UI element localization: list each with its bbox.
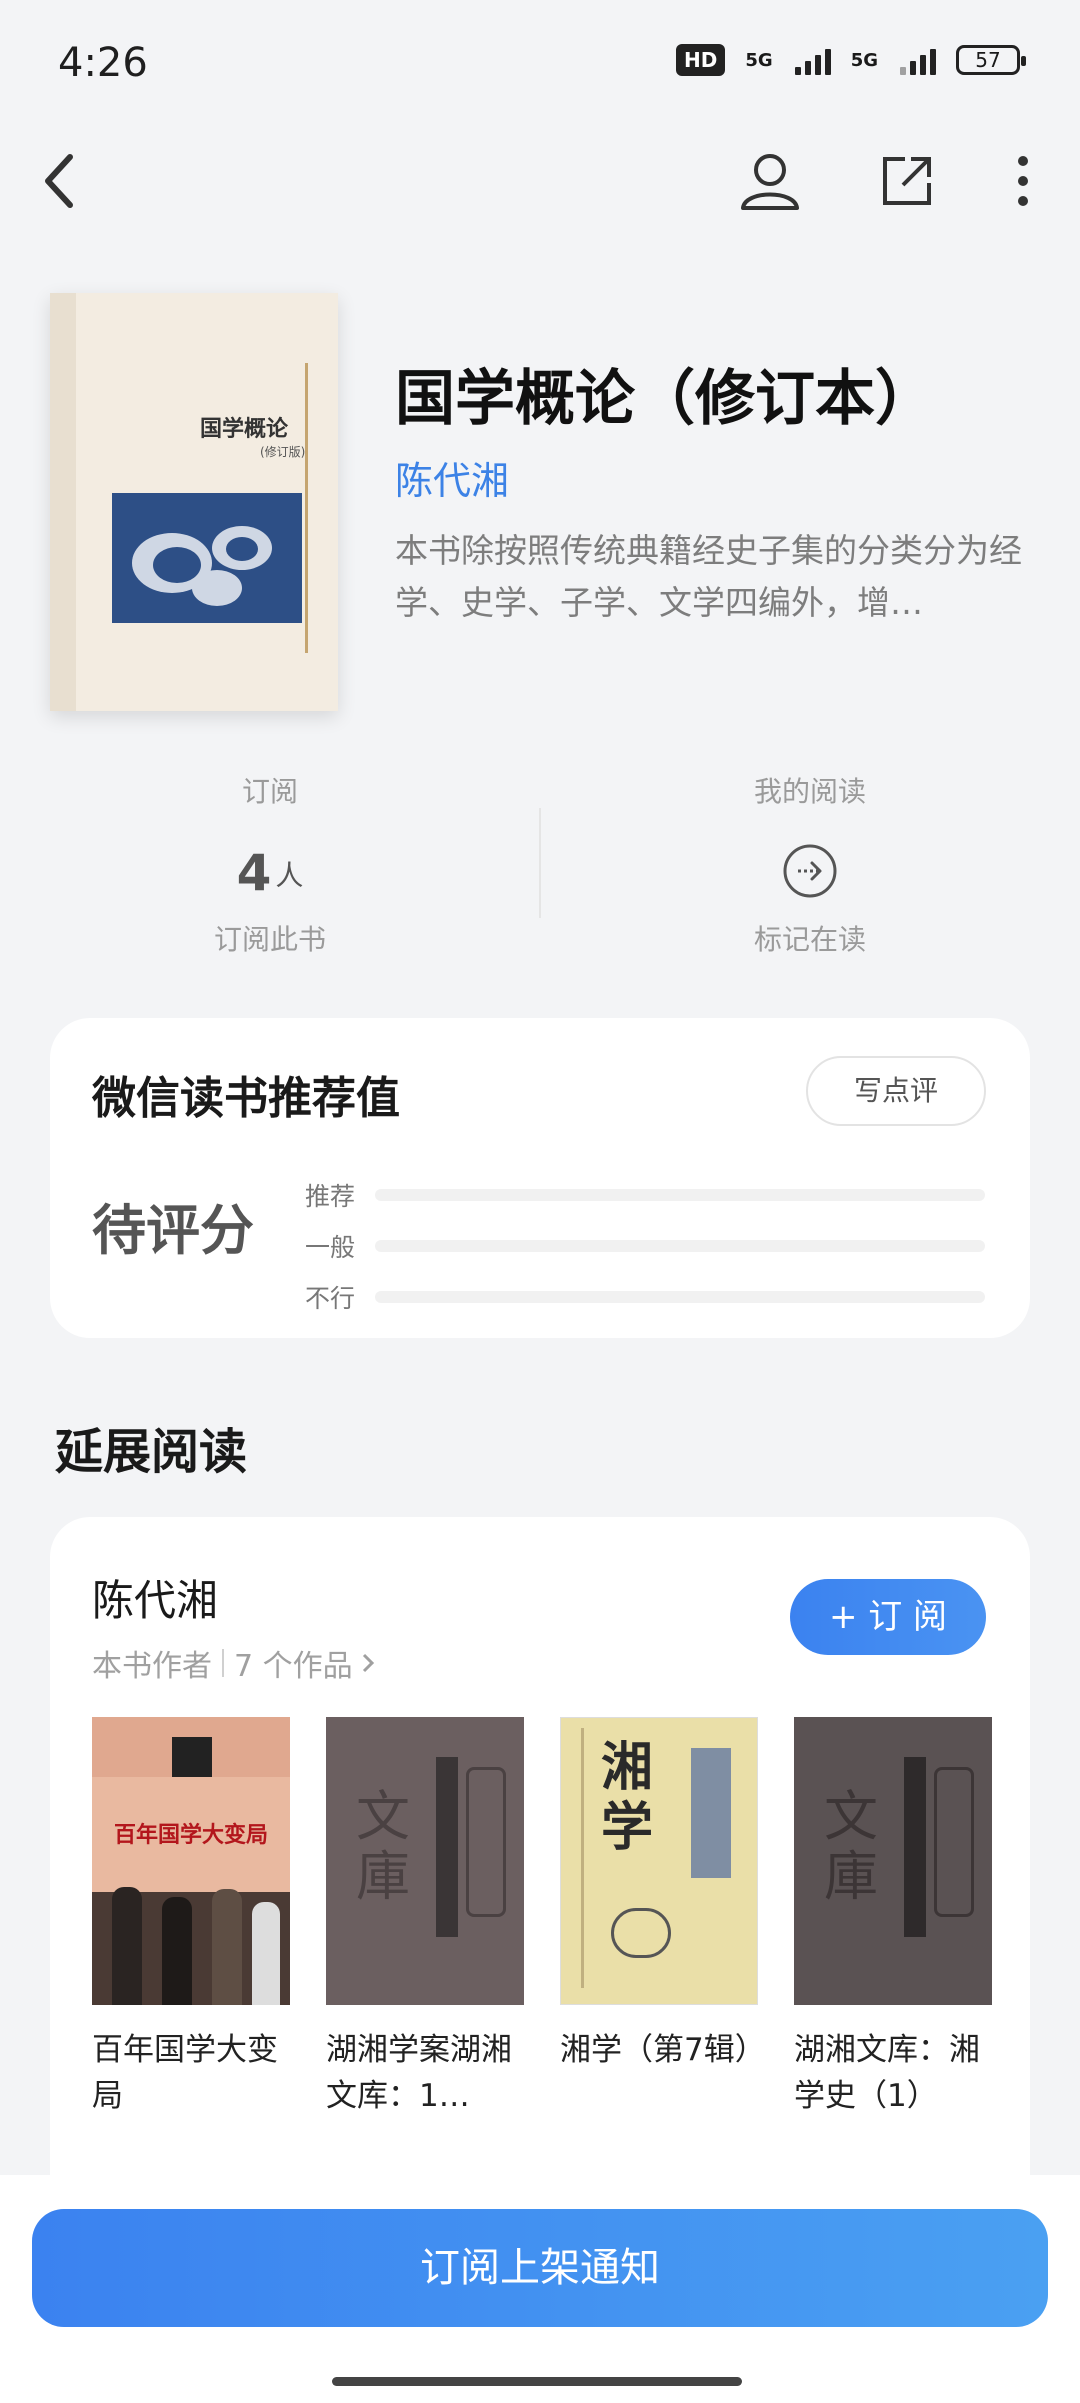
rating-row-label: 推荐	[305, 1182, 356, 1211]
work-title: 湖湘文库：湘学史（1）	[794, 2032, 980, 2114]
book-description[interactable]: 本书除按照传统典籍经史子集的分类分为经学、史学、子学、文学四编外，增…	[395, 525, 1035, 629]
author-role: 本书作者	[92, 1649, 212, 1684]
chevron-right-icon	[362, 1653, 374, 1673]
hd-badge: HD	[676, 44, 726, 76]
cover-subtitle: (修订版)	[260, 445, 306, 459]
reading-stat[interactable]: 我的阅读 标记在读	[620, 770, 1000, 958]
rating-title: 微信读书推荐值	[92, 1073, 400, 1124]
author-works-list: 百年国学大变局 百年国学大变局 文庫 湖湘学案湖湘文库：1… 湘学 湘学（第7辑…	[92, 1717, 992, 2119]
bottom-action-bar: 订阅上架通知	[0, 2175, 1080, 2403]
work-item[interactable]: 文庫 湖湘学案湖湘文库：1…	[326, 1717, 524, 2119]
rating-bar	[375, 1240, 985, 1252]
subscribe-stat-sub: 订阅此书	[213, 923, 326, 956]
subscribe-count-number: 4	[236, 844, 272, 902]
back-arrow-icon[interactable]	[25, 146, 95, 216]
rating-row-label: 一般	[305, 1233, 356, 1262]
cover-title: 国学概论	[200, 416, 289, 442]
rating-row-poor: 不行	[305, 1277, 985, 1317]
subscribe-notify-button[interactable]: 订阅上架通知	[32, 2209, 1048, 2327]
subscribe-count: 4 人	[80, 840, 460, 900]
author-works-count: 7 个作品	[234, 1649, 353, 1684]
book-author-link[interactable]: 陈代湘	[395, 450, 509, 505]
status-bar: 4:26 HD 5G 5G 57	[0, 0, 1080, 130]
work-cover-title: 文庫	[356, 1785, 410, 1908]
arrow-circle-icon	[620, 840, 1000, 900]
work-item[interactable]: 湘学 湘学（第7辑）	[560, 1717, 758, 2119]
subscribe-author-button[interactable]: + 订 阅	[790, 1579, 986, 1655]
work-cover: 文庫	[326, 1717, 524, 2005]
status-indicators: HD 5G 5G 57	[676, 44, 1026, 76]
cover-spine	[50, 293, 76, 711]
subscribe-stat[interactable]: 订阅 4 人 订阅此书	[80, 770, 460, 958]
stats-divider	[539, 808, 541, 918]
work-cover: 百年国学大变局	[92, 1717, 290, 2005]
rating-card: 微信读书推荐值 写点评 待评分 推荐 一般 不行	[50, 1018, 1030, 1338]
network-label-2: 5G	[850, 49, 878, 71]
book-cover[interactable]: 国学概论 (修订版)	[50, 293, 338, 711]
cover-illustration	[112, 493, 302, 623]
top-nav	[0, 130, 1080, 230]
home-indicator[interactable]	[332, 2377, 742, 2386]
work-cover-title: 文庫	[824, 1785, 878, 1908]
author-name[interactable]: 陈代湘	[92, 1567, 218, 1628]
book-title: 国学概论（修订本）	[395, 364, 935, 434]
work-cover-title: 湘学	[601, 1737, 654, 1858]
battery-icon: 57	[956, 45, 1026, 75]
subscribe-count-unit: 人	[275, 859, 304, 892]
rating-row-label: 不行	[305, 1284, 356, 1313]
signal-icon	[794, 45, 831, 75]
reading-stat-label: 我的阅读	[753, 775, 866, 808]
rating-score: 待评分	[92, 1199, 254, 1262]
author-meta[interactable]: 本书作者 7 个作品	[92, 1641, 375, 1685]
signal-icon-2	[900, 45, 936, 75]
subscribe-stat-label: 订阅	[241, 775, 298, 808]
cover-rule	[305, 363, 308, 653]
author-card: 陈代湘 本书作者 7 个作品 + 订 阅 百年国学大变局 百年国学大变局 文庫	[50, 1517, 1030, 2217]
status-time: 4:26	[58, 40, 148, 86]
work-title: 湘学（第7辑）	[560, 2032, 758, 2068]
work-cover-title: 百年国学大变局	[113, 1823, 268, 1848]
meta-divider	[222, 1649, 224, 1677]
rating-bar	[375, 1189, 985, 1201]
write-review-button[interactable]: 写点评	[806, 1056, 986, 1126]
person-icon[interactable]	[735, 146, 805, 216]
work-item[interactable]: 文庫 湖湘文库：湘学史（1）	[794, 1717, 992, 2119]
network-label-1: 5G	[745, 49, 773, 71]
rating-row-average: 一般	[305, 1226, 985, 1266]
work-title: 湖湘学案湖湘文库：1…	[326, 2032, 512, 2114]
reading-stat-sub: 标记在读	[753, 923, 866, 956]
rating-row-recommend: 推荐	[305, 1175, 985, 1215]
extended-reading-title: 延展阅读	[55, 1424, 248, 1480]
work-cover: 湘学	[560, 1717, 758, 2005]
rating-bar	[375, 1291, 985, 1303]
more-vertical-icon[interactable]	[988, 146, 1058, 216]
share-icon[interactable]	[872, 146, 942, 216]
work-item[interactable]: 百年国学大变局 百年国学大变局	[92, 1717, 290, 2119]
work-title: 百年国学大变局	[92, 2032, 278, 2114]
work-cover: 文庫	[794, 1717, 992, 2005]
